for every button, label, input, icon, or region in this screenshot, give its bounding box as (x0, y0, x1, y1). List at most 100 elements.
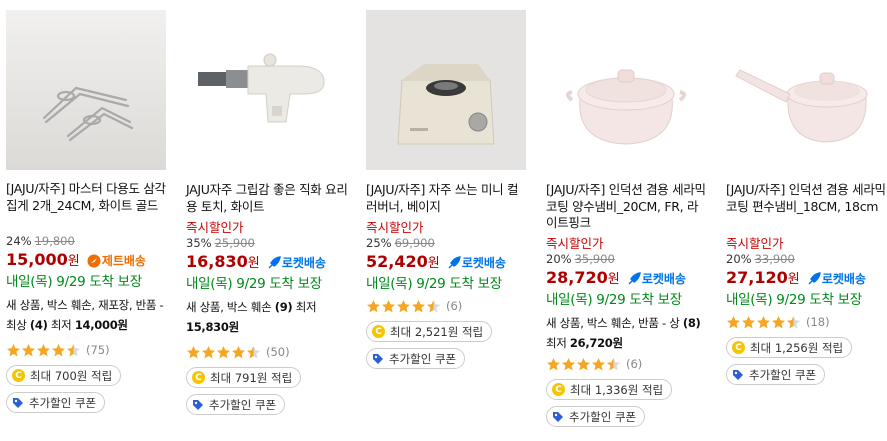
product-name[interactable]: [JAJU/자주] 인덕션 겸용 세라믹 코팅 편수냄비_18CM, 18cm (726, 182, 887, 231)
original-price: 33,900 (754, 252, 795, 266)
review-count: (18) (806, 315, 830, 329)
used-product-info[interactable]: 새 상품, 박스 훼손 (9) 최저 15,830원 (186, 297, 348, 337)
delivery-badge-label: 로켓배송 (281, 256, 326, 270)
coupon-pill[interactable]: 추가할인 쿠폰 (726, 364, 826, 385)
rocket-icon (268, 256, 281, 269)
original-price: 19,800 (34, 234, 75, 248)
sale-price: 27,120 (726, 268, 788, 287)
won-unit: 원 (607, 272, 620, 287)
delivery-date: 내일(목) 9/29 도착 보장 (726, 292, 862, 308)
original-price: 69,900 (394, 236, 435, 250)
product-card[interactable]: [JAJU/자주] 인덕션 겸용 세라믹 코팅 양수냄비_20CM, FR, 라… (546, 10, 708, 427)
star-icon (787, 315, 800, 328)
price-line: 27,120원 로켓배송 (726, 267, 887, 290)
instant-discount-label: 즉시할인가 (546, 236, 604, 251)
coupon-label: 추가할인 쿠폰 (29, 395, 97, 410)
cashback-label: 최대 2,521원 적립 (390, 324, 484, 339)
coupon-pill[interactable]: 추가할인 쿠폰 (546, 406, 646, 427)
coupon-label: 추가할인 쿠폰 (749, 367, 817, 382)
coin-icon: C (552, 383, 565, 396)
cashback-label: 최대 1,336원 적립 (570, 382, 664, 397)
coupon-pill[interactable]: 추가할인 쿠폰 (186, 394, 286, 415)
won-unit: 원 (787, 272, 800, 287)
review-count: (6) (446, 299, 463, 313)
rating: (6) (546, 355, 708, 373)
product-card[interactable]: [JAJU/자주] 자주 쓰는 미니 컬러버너, 베이지 즉시할인가 25% 69… (366, 10, 528, 369)
delivery-badge-label: 로켓배송 (821, 272, 866, 286)
star-rating (726, 315, 801, 330)
coupon-label: 추가할인 쿠폰 (569, 409, 637, 424)
rating: (75) (6, 341, 168, 359)
star-icon (67, 343, 80, 356)
discount-line: 24% 19,800 (6, 234, 168, 249)
star-icon (22, 343, 35, 356)
coupon-label: 추가할인 쿠폰 (209, 397, 277, 412)
delivery-badge-label: 로켓배송 (641, 272, 686, 286)
star-icon (217, 345, 230, 358)
used-product-info[interactable]: 새 상품, 박스 훼손, 재포장, 반품 - 최상 (4) 최저 14,000원 (6, 295, 168, 335)
sale-price: 16,830 (186, 252, 248, 271)
star-icon (562, 357, 575, 370)
coupon-icon (553, 411, 563, 422)
product-card[interactable]: [JAJU/자주] 인덕션 겸용 세라믹 코팅 편수냄비_18CM, 18cm … (726, 10, 887, 385)
discount-line: 20% 33,900 (726, 252, 887, 267)
delivery-date: 내일(목) 9/29 도착 보장 (546, 292, 682, 308)
rocket-delivery-badge: 로켓배송 (447, 256, 506, 270)
coupon-pill[interactable]: 추가할인 쿠폰 (366, 348, 466, 369)
discount-rate: 24% (6, 234, 32, 248)
discount-rate: 20% (726, 252, 752, 266)
product-name[interactable]: [JAJU/자주] 자주 쓰는 미니 컬러버너, 베이지 (366, 182, 528, 215)
instant-discount-label: 즉시할인가 (186, 220, 244, 235)
coupon-icon (13, 397, 23, 408)
used-price: 15,830원 (186, 320, 239, 334)
product-card[interactable]: JAJU자주 그립감 좋은 직화 요리용 토치, 화이트 즉시할인가 35% 25… (186, 10, 348, 415)
product-name[interactable]: [JAJU/자주] 마스터 다용도 삼각집게 2개_24CM, 화이트 골드 (6, 181, 168, 214)
delivery-date: 내일(목) 9/29 도착 보장 (186, 276, 322, 292)
star-icon (547, 357, 560, 370)
rocket-icon (808, 272, 821, 285)
used-price: 14,000원 (74, 318, 128, 332)
used-count: (9) (274, 300, 293, 314)
rocket-icon (628, 272, 641, 285)
instant-discount-label: 즉시할인가 (366, 220, 424, 235)
product-image[interactable] (546, 10, 706, 170)
star-icon (367, 299, 380, 312)
coupon-pill[interactable]: 추가할인 쿠폰 (6, 392, 106, 413)
star-rating (6, 343, 81, 358)
rating: (18) (726, 313, 887, 331)
saucepan-image (726, 10, 886, 170)
product-card[interactable]: [JAJU/자주] 마스터 다용도 삼각집게 2개_24CM, 화이트 골드 2… (6, 10, 168, 413)
delivery-badge-label: 제트배송 (101, 254, 146, 268)
product-name[interactable]: [JAJU/자주] 인덕션 겸용 세라믹 코팅 양수냄비_20CM, FR, 라… (546, 182, 708, 231)
rating: (50) (186, 343, 348, 361)
used-product-info[interactable]: 새 상품, 박스 훼손, 반품 - 상 (8) 최저 26,720원 (546, 313, 708, 353)
used-prefix: 새 상품, 박스 훼손 (186, 300, 275, 314)
product-image[interactable] (186, 10, 346, 170)
coupon-label: 추가할인 쿠폰 (389, 351, 457, 366)
star-icon (7, 343, 20, 356)
review-count: (6) (626, 357, 643, 371)
star-icon (772, 315, 785, 328)
used-mid: 최저 (546, 336, 570, 350)
coin-icon: C (12, 369, 25, 382)
cashback-pill: C 최대 1,256원 적립 (726, 337, 853, 358)
rating: (6) (366, 297, 528, 315)
product-image[interactable] (6, 10, 166, 170)
rocket-delivery-badge: 로켓배송 (807, 272, 866, 286)
review-count: (75) (86, 343, 110, 357)
cashback-label: 최대 700원 적립 (30, 368, 113, 383)
discount-rate: 35% (186, 236, 212, 250)
price-line: 28,720원 로켓배송 (546, 267, 708, 290)
product-name[interactable]: JAJU자주 그립감 좋은 직화 요리용 토치, 화이트 (186, 182, 348, 215)
used-price: 26,720원 (569, 336, 623, 350)
won-unit: 원 (247, 256, 260, 271)
coin-icon: C (192, 371, 205, 384)
cashback-pill: C 최대 1,336원 적립 (546, 379, 673, 400)
cashback-pill: C 최대 2,521원 적립 (366, 321, 493, 342)
coupon-icon (193, 399, 203, 410)
star-icon (232, 345, 245, 358)
product-image[interactable] (366, 10, 526, 170)
torch-image (186, 10, 346, 170)
star-rating (546, 357, 621, 372)
product-image[interactable] (726, 10, 886, 170)
